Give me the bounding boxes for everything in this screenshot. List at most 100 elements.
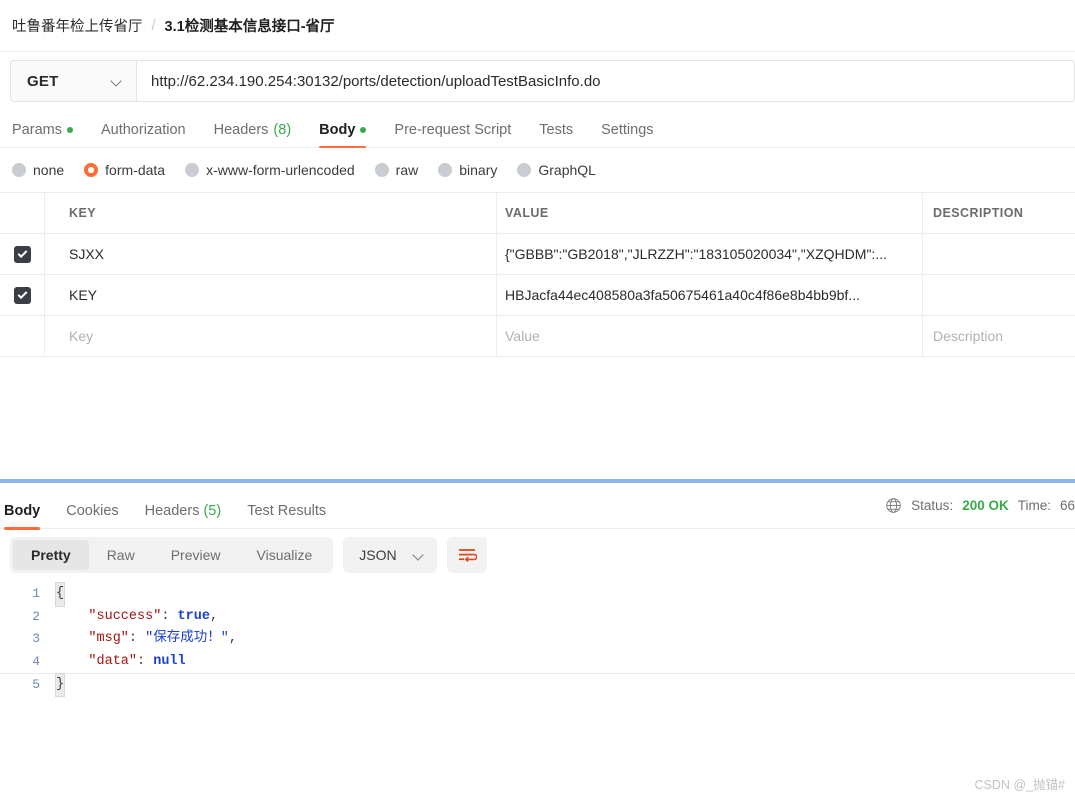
body-type-binary[interactable]: binary	[438, 162, 497, 178]
request-url-row: GET http://62.234.190.254:30132/ports/de…	[0, 52, 1075, 110]
tab-body-label: Body	[319, 122, 356, 138]
code-text: }	[54, 672, 66, 697]
code-json-key: "data"	[88, 653, 138, 669]
response-tab-headers-label: Headers	[144, 502, 200, 519]
row-key-cell[interactable]: KEY	[45, 275, 497, 315]
response-format-label: JSON	[359, 547, 397, 563]
response-tab-body[interactable]: Body	[4, 503, 41, 530]
body-type-options: none form-data x-www-form-urlencoded raw…	[0, 148, 1075, 192]
code-json-value: null	[153, 653, 186, 669]
row-checkbox-cell-empty[interactable]	[0, 316, 45, 356]
row-key-cell[interactable]: SJXX	[45, 234, 497, 274]
view-mode-preview[interactable]: Preview	[153, 540, 239, 570]
radio-icon	[12, 163, 26, 177]
row-key-text: KEY	[69, 287, 98, 303]
body-type-form-data[interactable]: form-data	[84, 162, 165, 178]
code-punct: :	[161, 608, 178, 624]
tab-body[interactable]: Body	[319, 122, 367, 148]
body-type-raw-label: raw	[395, 162, 419, 178]
response-format-select[interactable]: JSON	[343, 537, 437, 573]
tab-headers[interactable]: Headers (8)	[214, 122, 292, 147]
body-type-raw[interactable]: raw	[374, 162, 419, 178]
header-key-label: KEY	[69, 206, 97, 220]
body-type-x-www-form-urlencoded[interactable]: x-www-form-urlencoded	[185, 162, 355, 178]
breadcrumb: 吐鲁番年检上传省厅 / 3.1检测基本信息接口-省厅	[0, 0, 1075, 52]
view-mode-raw[interactable]: Raw	[89, 540, 153, 570]
response-tab-cookies-label: Cookies	[66, 502, 119, 519]
globe-icon	[886, 498, 901, 513]
http-method-label: GET	[27, 72, 59, 90]
table-row: SJXX {"GBBB":"GB2018","JLRZZH":"18310502…	[0, 234, 1075, 275]
response-tab-test-results-label: Test Results	[247, 502, 327, 519]
tab-pre-request-script[interactable]: Pre-request Script	[394, 122, 511, 147]
tab-settings[interactable]: Settings	[601, 122, 653, 147]
table-header-row: KEY VALUE DESCRIPTION	[0, 193, 1075, 234]
code-text: {	[54, 582, 66, 607]
tab-authorization-label: Authorization	[100, 122, 186, 138]
view-mode-pretty[interactable]: Pretty	[13, 540, 89, 570]
radio-selected-icon	[84, 163, 99, 177]
response-tab-headers[interactable]: Headers (5)	[145, 503, 222, 529]
code-punct: ,	[228, 631, 237, 646]
modified-dot-icon	[360, 127, 367, 133]
response-tab-cookies[interactable]: Cookies	[66, 503, 118, 529]
body-type-none[interactable]: none	[12, 162, 64, 178]
code-json-value: true	[177, 608, 210, 624]
row-value-cell[interactable]: {"GBBB":"GB2018","JLRZZH":"183105020034"…	[497, 234, 923, 274]
line-number: 1	[32, 586, 40, 601]
code-line: 1 {	[0, 582, 1075, 607]
body-type-graphql-label: GraphQL	[538, 162, 596, 178]
row-description-cell[interactable]	[923, 234, 1075, 274]
table-row-empty: Key Value Description	[0, 316, 1075, 357]
line-number: 3	[32, 631, 40, 646]
new-key-placeholder: Key	[69, 328, 94, 344]
tab-authorization[interactable]: Authorization	[101, 122, 186, 147]
view-mode-visualize[interactable]: Visualize	[239, 540, 331, 570]
radio-icon	[517, 163, 532, 177]
response-body-viewer[interactable]: 1 { 2 "success": true, 3 "msg": "保存成功！",…	[0, 581, 1075, 697]
new-value-input[interactable]: Value	[497, 316, 923, 356]
checkbox-checked-icon[interactable]	[13, 245, 31, 263]
row-value-cell[interactable]: HBJacfa44ec408580a3fa50675461a40c4f86e8b…	[497, 275, 923, 315]
time-value: 66	[1059, 498, 1075, 513]
tab-tests[interactable]: Tests	[539, 122, 573, 147]
new-value-placeholder: Value	[505, 328, 540, 344]
row-checkbox-cell[interactable]	[0, 234, 45, 274]
response-tab-test-results[interactable]: Test Results	[247, 503, 326, 529]
form-data-table: KEY VALUE DESCRIPTION SJXX {"GBBB":"GB20…	[0, 192, 1075, 357]
watermark: CSDN @_抛锚#	[974, 778, 1066, 792]
chevron-down-icon	[111, 76, 122, 87]
body-type-binary-label: binary	[459, 162, 498, 178]
checkbox-checked-icon[interactable]	[13, 286, 31, 304]
url-text: http://62.234.190.254:30132/ports/detect…	[151, 72, 601, 90]
body-type-graphql[interactable]: GraphQL	[517, 162, 596, 178]
url-input[interactable]: http://62.234.190.254:30132/ports/detect…	[136, 60, 1075, 102]
tab-params[interactable]: Params	[12, 122, 73, 147]
view-mode-visualize-label: Visualize	[256, 547, 313, 563]
header-cell-description: DESCRIPTION	[923, 193, 1075, 233]
radio-icon	[185, 163, 200, 177]
code-line: 5 }	[0, 672, 1075, 697]
response-tabs: Body Cookies Headers (5) Test Results	[2, 483, 326, 530]
view-mode-preview-label: Preview	[170, 547, 221, 563]
header-description-label: DESCRIPTION	[933, 206, 1024, 220]
body-type-form-data-label: form-data	[105, 162, 166, 178]
row-key-text: SJXX	[69, 246, 105, 262]
tab-params-label: Params	[12, 122, 62, 138]
new-key-input[interactable]: Key	[45, 316, 497, 356]
http-method-select[interactable]: GET	[10, 60, 136, 102]
body-type-x-www-form-urlencoded-label: x-www-form-urlencoded	[206, 162, 355, 178]
row-checkbox-cell[interactable]	[0, 275, 45, 315]
status-badge[interactable]: 200 OK	[962, 498, 1009, 513]
radio-icon	[374, 163, 389, 177]
wrap-lines-button[interactable]	[446, 537, 487, 573]
status-label: Status:	[911, 498, 954, 513]
header-cell-value: VALUE	[497, 193, 923, 233]
line-number: 4	[32, 653, 40, 669]
breadcrumb-current: 3.1检测基本信息接口-省厅	[164, 19, 335, 35]
breadcrumb-parent[interactable]: 吐鲁番年检上传省厅	[12, 15, 143, 36]
row-description-cell[interactable]	[923, 275, 1075, 315]
new-description-input[interactable]: Description	[923, 316, 1075, 356]
response-status-bar: Status: 200 OK Time: 66	[885, 497, 1075, 514]
